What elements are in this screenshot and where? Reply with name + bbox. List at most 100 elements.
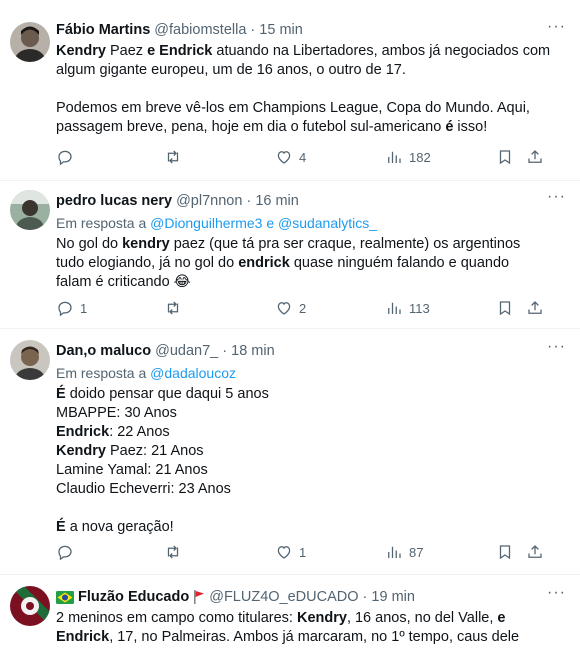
timestamp[interactable]: 16 min <box>255 193 299 209</box>
separator: · <box>362 589 368 605</box>
tweet-line: falam é criticando 😂 <box>56 273 566 292</box>
tweet-header: Dan,o maluco @udan7_ · 18 min <box>56 341 566 361</box>
tweet-body: É doido pensar que daqui 5 anos MBAPPE: 3… <box>56 385 566 537</box>
tweet-2-actions: 1 2 113 <box>56 298 546 318</box>
more-options-icon[interactable]: ··· <box>547 338 566 356</box>
bookmark-button[interactable] <box>496 298 514 318</box>
tweet-line: É doido pensar que daqui 5 anos <box>56 385 566 404</box>
bookmark-icon <box>499 150 511 165</box>
text: Podemos em breve vê-los em Champions Lea… <box>56 100 530 116</box>
reply-to-links[interactable]: @dadaloucoz <box>150 365 236 381</box>
more-options-icon[interactable]: ··· <box>547 584 566 602</box>
bookmark-icon <box>499 301 511 316</box>
text: Claudio Echeverri: 23 Anos <box>56 481 231 497</box>
tweet-line: Endrick, 17, no Palmeiras. Ambos já marc… <box>56 628 566 647</box>
reply-button[interactable] <box>56 147 80 167</box>
retweet-button[interactable] <box>164 147 188 167</box>
text: doido pensar que daqui 5 anos <box>65 386 269 402</box>
text: a nova geração! <box>65 519 174 535</box>
views-icon <box>388 151 401 163</box>
bookmark-button[interactable] <box>496 542 514 562</box>
reply-to-links[interactable]: @Dionguilherme3 e @sudanalytics_ <box>150 215 377 231</box>
timestamp[interactable]: 19 min <box>371 589 415 605</box>
like-button[interactable]: 1 <box>275 542 306 562</box>
tweet-header: Fluzão Educado @FLUZ4O_eDUCADO · 19 min <box>56 587 566 607</box>
tweet-4[interactable]: Fluzão Educado @FLUZ4O_eDUCADO · 19 min … <box>0 574 580 654</box>
author-name[interactable]: pedro lucas nery <box>56 193 172 209</box>
tweet-body: 2 meninos em campo como titulares: Kendr… <box>56 609 566 647</box>
share-icon <box>528 150 542 163</box>
bold-text: e Endrick <box>147 43 213 59</box>
views-icon <box>388 546 401 558</box>
avatar[interactable] <box>10 190 50 230</box>
bookmark-icon <box>499 545 511 560</box>
avatar[interactable] <box>10 22 50 62</box>
tweet-line: Kendry Paez: 21 Anos <box>56 442 566 461</box>
bold-text: Kendry <box>296 610 347 626</box>
brazil-flag-icon <box>56 590 74 604</box>
tweet-3-actions: 1 87 <box>56 542 546 562</box>
tweet-body: No gol do kendry paez (que tá pra ser cr… <box>56 235 566 292</box>
reply-icon <box>58 545 72 561</box>
retweet-button[interactable] <box>164 542 188 562</box>
heart-icon <box>277 151 291 164</box>
heart-icon <box>277 546 291 559</box>
tweet-3[interactable]: Dan,o maluco @udan7_ · 18 min Em respost… <box>0 328 580 575</box>
author-handle[interactable]: @udan7_ <box>155 343 218 359</box>
author-name[interactable]: Fluzão Educado <box>78 589 189 605</box>
share-button[interactable] <box>526 542 544 562</box>
text: Lamine Yamal: 21 Anos <box>56 462 208 478</box>
text: tudo elogiando, já no gol do <box>56 255 239 271</box>
bold-text: kendry <box>122 236 170 252</box>
timestamp[interactable]: 15 min <box>259 22 303 38</box>
reply-button[interactable]: 1 <box>56 298 87 318</box>
author-handle[interactable]: @fabiomstella <box>154 22 246 38</box>
more-options-icon[interactable]: ··· <box>547 188 566 206</box>
views-button[interactable]: 182 <box>385 147 431 167</box>
share-button[interactable] <box>526 298 544 318</box>
text: MBAPPE: 30 Anos <box>56 405 177 421</box>
text: , 17, no Palmeiras. Ambos já marcaram, n… <box>109 629 520 645</box>
reply-icon <box>58 150 72 166</box>
tweet-line: tudo elogiando, já no gol do endrick qua… <box>56 254 566 273</box>
like-button[interactable]: 4 <box>275 147 306 167</box>
view-count: 87 <box>409 544 424 560</box>
share-icon <box>528 301 542 314</box>
tweet-1-actions: 4 182 <box>56 147 546 167</box>
tweet-line: MBAPPE: 30 Anos <box>56 404 566 423</box>
author-handle[interactable]: @pl7nnon <box>176 193 242 209</box>
text: paez (que tá pra ser craque, realmente) … <box>169 236 521 252</box>
more-options-icon[interactable]: ··· <box>547 18 566 36</box>
reply-button[interactable] <box>56 542 80 562</box>
timestamp[interactable]: 18 min <box>231 343 275 359</box>
bookmark-button[interactable] <box>496 147 514 167</box>
tweet-header: pedro lucas nery @pl7nnon · 16 min <box>56 191 566 211</box>
bold-text: Kendry <box>56 43 106 59</box>
text: 2 meninos em campo como titulares: <box>56 610 297 626</box>
tweet-line: 2 meninos em campo como titulares: Kendr… <box>56 609 566 628</box>
avatar[interactable] <box>10 586 50 626</box>
tweet-header: Fábio Martins @fabiomstella · 15 min <box>56 20 566 40</box>
text: Paez: 21 Anos <box>105 443 204 459</box>
avatar[interactable] <box>10 340 50 380</box>
bold-text: É <box>56 386 66 402</box>
author-name[interactable]: Fábio Martins <box>56 22 150 38</box>
reply-icon <box>58 301 72 317</box>
retweet-button[interactable] <box>164 298 188 318</box>
share-button[interactable] <box>526 147 544 167</box>
views-button[interactable]: 113 <box>385 298 430 318</box>
text: isso! <box>453 119 488 135</box>
text: , 16 anos, no del Valle, <box>346 610 498 626</box>
views-button[interactable]: 87 <box>385 542 423 562</box>
author-handle[interactable]: @FLUZ4O_eDUCADO <box>209 589 358 605</box>
like-button[interactable]: 2 <box>275 298 306 318</box>
share-icon <box>528 545 542 558</box>
bold-text: É <box>56 519 66 535</box>
view-count: 113 <box>409 300 430 316</box>
author-name[interactable]: Dan,o maluco <box>56 343 151 359</box>
view-count: 182 <box>409 149 431 165</box>
bold-text: e <box>497 610 506 626</box>
retweet-icon <box>167 150 179 164</box>
retweet-icon <box>167 301 179 315</box>
